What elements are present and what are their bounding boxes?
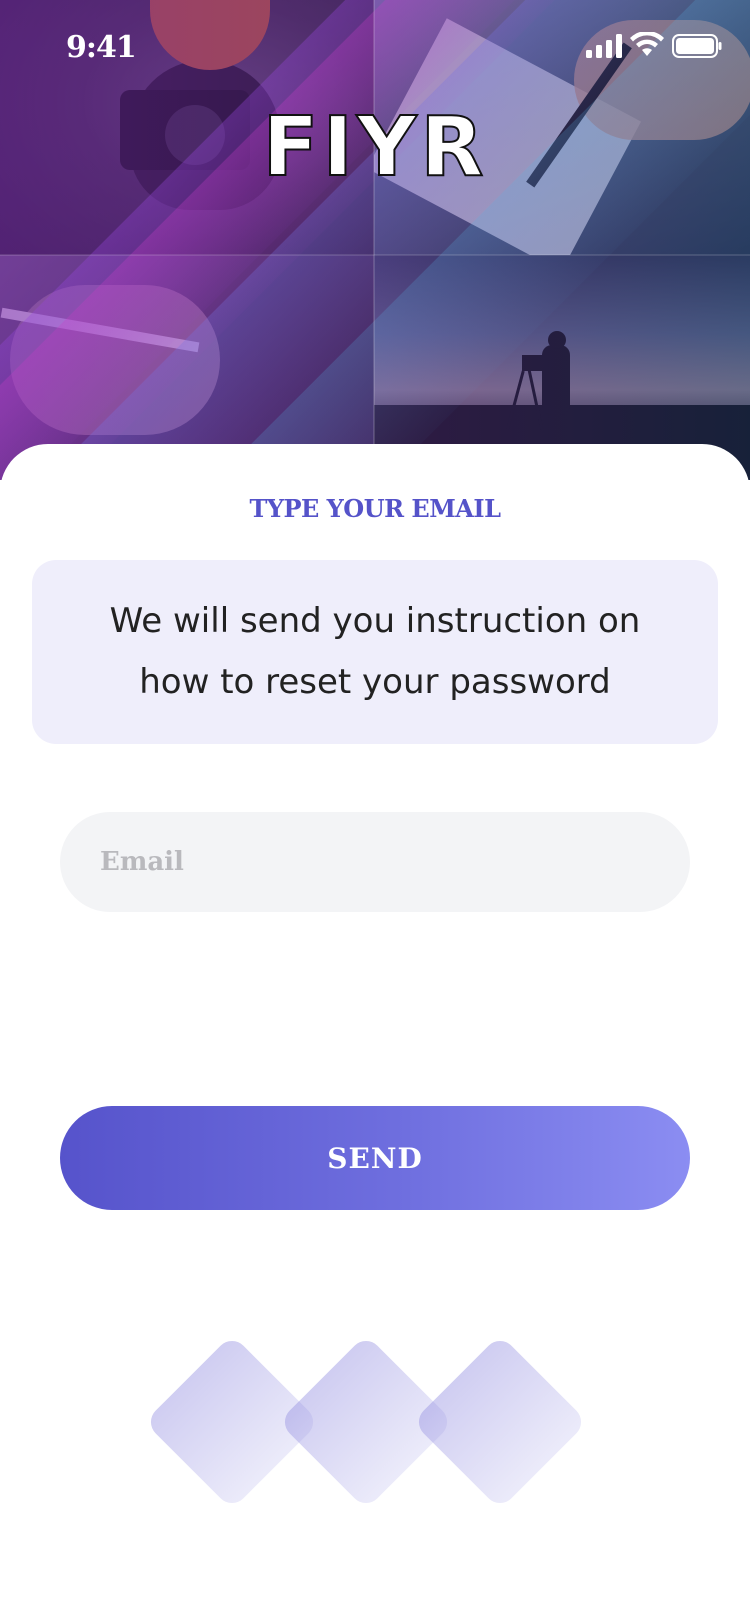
page-title: TYPE YOUR EMAIL — [249, 494, 501, 523]
status-time: 9:41 — [66, 30, 137, 65]
status-bar: 9:41 — [0, 0, 750, 100]
app-logo-text: FIYR — [261, 99, 488, 196]
battery-icon — [672, 34, 722, 58]
hero-banner: 9:41 FIYR — [0, 0, 750, 480]
send-button[interactable]: SEND — [60, 1106, 690, 1210]
info-message-text: We will send you instruction on how to r… — [109, 601, 641, 702]
info-message-box: We will send you instruction on how to r… — [32, 560, 718, 744]
wifi-icon — [630, 32, 664, 56]
hero-divider-horizontal — [0, 254, 750, 256]
decorative-diamonds — [144, 1334, 600, 1524]
email-field[interactable] — [60, 812, 690, 912]
decorative-diamond-icon — [412, 1334, 588, 1510]
reset-password-card: TYPE YOUR EMAIL We will send you instruc… — [0, 444, 750, 1624]
signal-icon — [586, 34, 622, 58]
